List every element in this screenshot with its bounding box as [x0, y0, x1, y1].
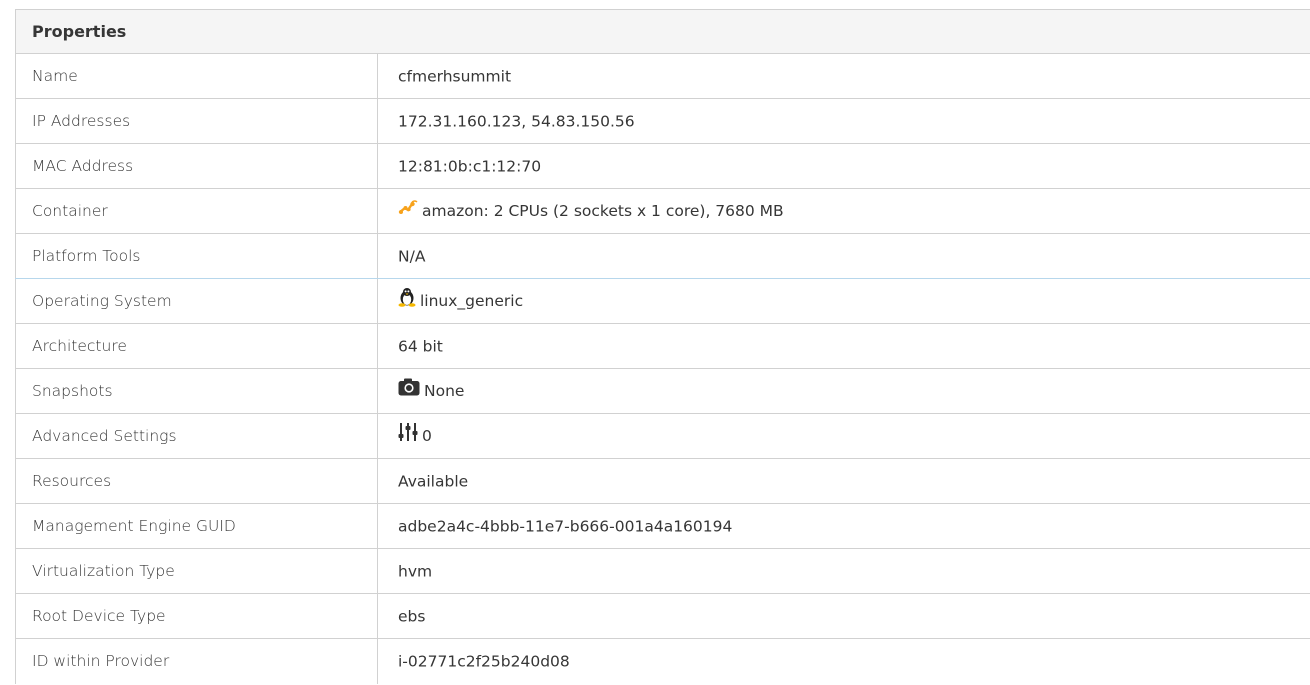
table-row: MAC Address 12:81:0b:c1:12:70: [15, 143, 1310, 189]
row-value-architecture: 64 bit: [377, 323, 1310, 369]
name-value: cfmerhsummit: [398, 67, 512, 86]
row-value-mac-address: 12:81:0b:c1:12:70: [377, 143, 1310, 189]
resources-value: Available: [398, 472, 469, 491]
mac-address-value: 12:81:0b:c1:12:70: [398, 157, 542, 176]
table-row[interactable]: Operating System linux_generic: [15, 278, 1310, 324]
table-row[interactable]: Snapshots None: [15, 368, 1310, 414]
row-value-root-device-type: ebs: [377, 593, 1310, 639]
row-label-architecture: Architecture: [15, 323, 378, 369]
properties-header: Properties: [15, 9, 1310, 54]
table-row: Virtualization Type hvm: [15, 548, 1310, 594]
table-row[interactable]: Advanced Settings 0: [15, 413, 1310, 459]
camera-icon: [398, 378, 420, 400]
table-row: Resources Available: [15, 458, 1310, 504]
row-label-virtualization-type: Virtualization Type: [15, 548, 378, 594]
id-within-provider-value: i-02771c2f25b240d08: [398, 652, 570, 671]
linux-tux-icon: [398, 287, 416, 311]
operating-system-value[interactable]: linux_generic: [420, 292, 523, 310]
row-value-resources: Available: [377, 458, 1310, 504]
row-value-management-engine-guid: adbe2a4c-4bbb-11e7-b666-001a4a160194: [377, 503, 1310, 549]
properties-table: Properties Name cfmerhsummit IP Addresse…: [15, 9, 1310, 684]
row-label-snapshots: Snapshots: [15, 368, 378, 414]
advanced-settings-value[interactable]: 0: [422, 427, 432, 445]
row-label-platform-tools: Platform Tools: [15, 233, 378, 279]
virtualization-type-value: hvm: [398, 562, 433, 581]
row-value-platform-tools: N/A: [377, 233, 1310, 279]
row-label-root-device-type: Root Device Type: [15, 593, 378, 639]
row-label-mac-address: MAC Address: [15, 143, 378, 189]
table-row: Root Device Type ebs: [15, 593, 1310, 639]
table-row: IP Addresses 172.31.160.123, 54.83.150.5…: [15, 98, 1310, 144]
table-row: Architecture 64 bit: [15, 323, 1310, 369]
table-row[interactable]: Container amazon: 2 CPUs (2 sockets x 1 …: [15, 188, 1310, 234]
row-label-id-within-provider: ID within Provider: [15, 638, 378, 684]
container-value[interactable]: amazon: 2 CPUs (2 sockets x 1 core), 768…: [422, 202, 784, 220]
row-label-operating-system: Operating System: [15, 278, 378, 324]
row-value-virtualization-type: hvm: [377, 548, 1310, 594]
architecture-value: 64 bit: [398, 337, 443, 356]
row-value-id-within-provider: i-02771c2f25b240d08: [378, 639, 1310, 684]
snapshots-value[interactable]: None: [424, 382, 464, 400]
row-value-container[interactable]: amazon: 2 CPUs (2 sockets x 1 core), 768…: [377, 188, 1310, 234]
row-label-management-engine-guid: Management Engine GUID: [15, 503, 378, 549]
row-label-ip-addresses: IP Addresses: [15, 98, 378, 144]
row-value-name: cfmerhsummit: [377, 53, 1310, 99]
row-label-name: Name: [15, 53, 378, 99]
table-row: ID within Provider i-02771c2f25b240d08: [15, 638, 1310, 684]
table-row: Management Engine GUID adbe2a4c-4bbb-11e…: [15, 503, 1310, 549]
platform-tools-value: N/A: [398, 247, 426, 266]
row-value-snapshots[interactable]: None: [377, 368, 1310, 414]
row-label-container: Container: [15, 188, 378, 234]
table-row: Platform Tools N/A: [15, 233, 1310, 279]
root-device-type-value: ebs: [398, 607, 426, 626]
management-engine-guid-value: adbe2a4c-4bbb-11e7-b666-001a4a160194: [398, 517, 733, 536]
properties-header-row: Properties: [15, 9, 1310, 54]
properties-panel: Properties Name cfmerhsummit IP Addresse…: [15, 9, 1310, 684]
amazon-icon: [398, 199, 418, 219]
row-label-advanced-settings: Advanced Settings: [15, 413, 378, 459]
row-value-advanced-settings[interactable]: 0: [377, 413, 1310, 459]
sliders-icon: [398, 422, 418, 446]
row-value-ip-addresses: 172.31.160.123, 54.83.150.56: [377, 98, 1310, 144]
row-label-resources: Resources: [15, 458, 378, 504]
ip-addresses-value: 172.31.160.123, 54.83.150.56: [398, 112, 635, 131]
table-row: Name cfmerhsummit: [15, 53, 1310, 99]
row-value-operating-system[interactable]: linux_generic: [377, 278, 1310, 324]
